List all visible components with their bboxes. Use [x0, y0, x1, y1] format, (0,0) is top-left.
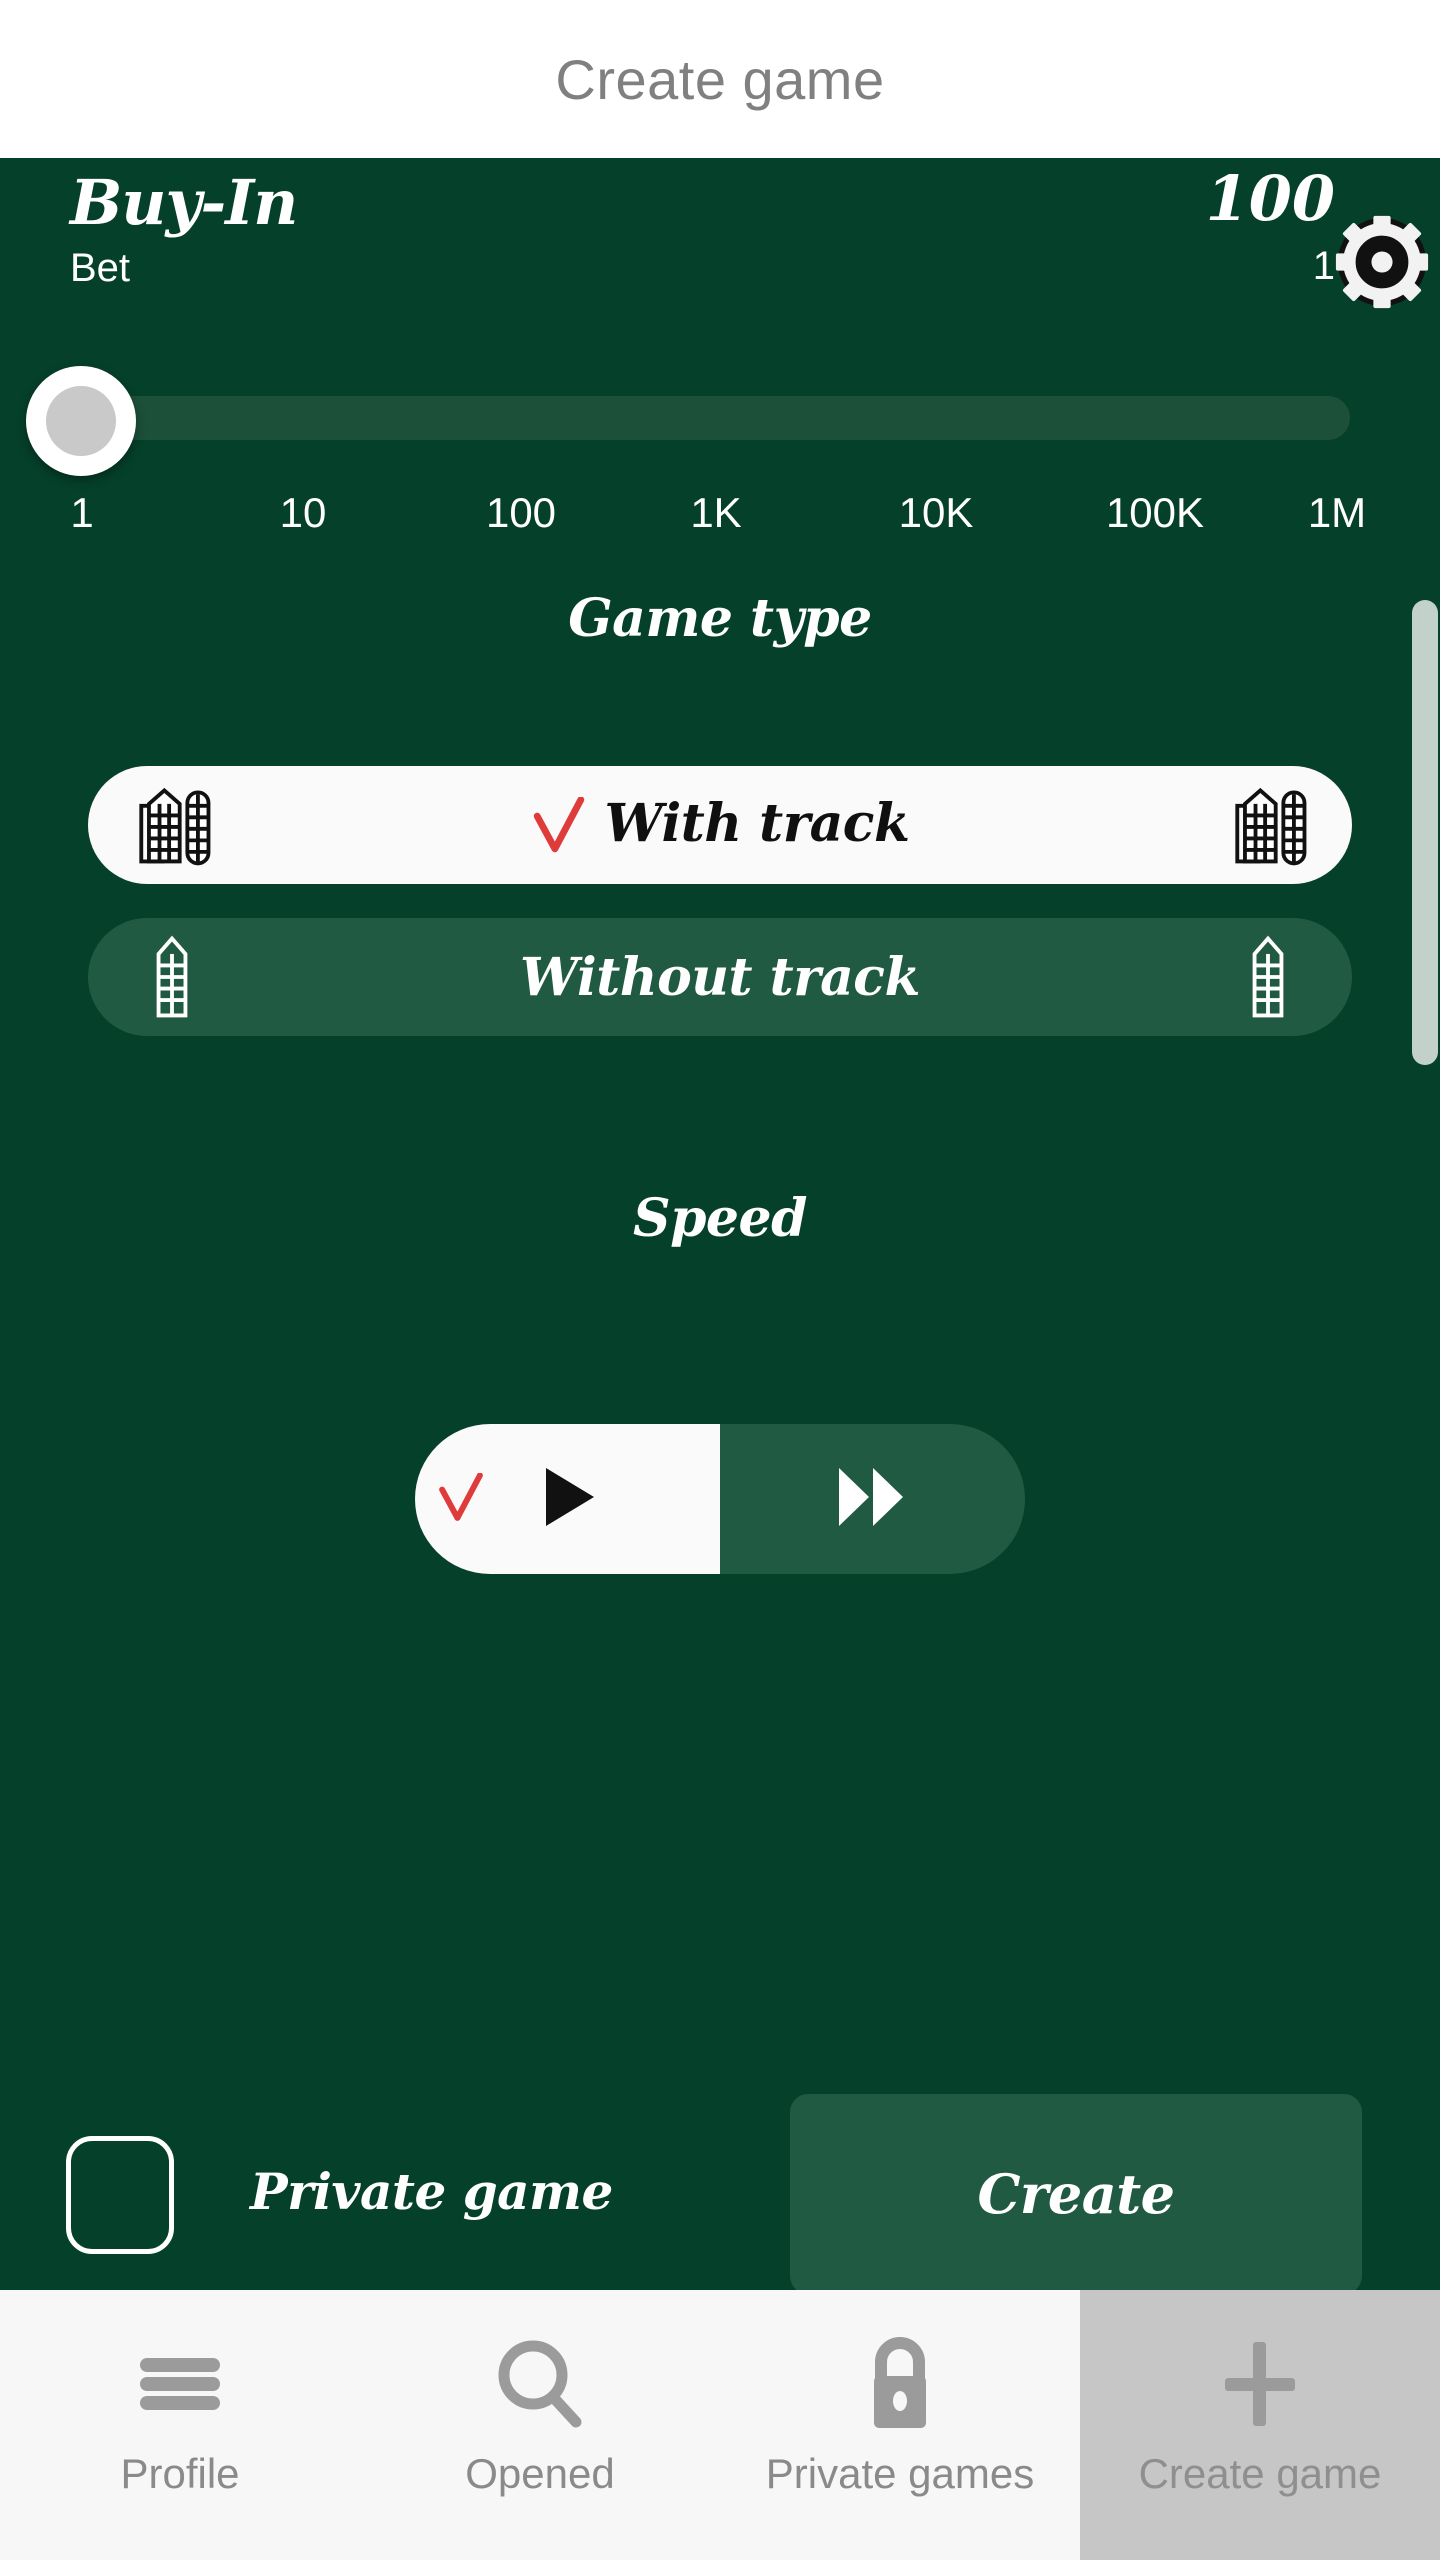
speed-option-normal[interactable]: [415, 1424, 720, 1574]
board-without-track-icon-right: [1220, 929, 1316, 1025]
nav-label-private-games: Private games: [765, 2450, 1035, 2497]
create-button[interactable]: Create: [790, 2094, 1362, 2290]
red-check-icon-speed: [437, 1472, 485, 1525]
nav-label-profile: Profile: [120, 2450, 240, 2497]
slider-tick-3: 1K: [690, 489, 742, 536]
buyin-title: Buy-In: [70, 166, 298, 239]
nav-item-create-game[interactable]: Create game: [1080, 2290, 1440, 2560]
red-check-icon: [531, 796, 587, 857]
buyin-right-group: 100 1: [1205, 162, 1335, 288]
nav-item-private-games[interactable]: Private games: [720, 2290, 1080, 2560]
play-icon: [538, 1464, 598, 1535]
buyin-chip-count: 1: [1312, 244, 1335, 288]
buyin-amount: 100: [1205, 162, 1335, 235]
game-type-option-with-track[interactable]: With track: [88, 766, 1352, 884]
slider-tick-labels: 1 10 100 1K 10K 100K 1M: [0, 489, 1440, 539]
game-type-text-with-track: With track: [604, 792, 910, 854]
slider-tick-6: 1M: [1307, 489, 1367, 536]
board-without-track-icon: [124, 929, 220, 1025]
slider-tick-4: 10K: [898, 489, 974, 536]
board-with-track-icon-right: [1220, 777, 1316, 873]
search-icon: [486, 2328, 594, 2440]
page-title: Create game: [555, 47, 885, 111]
game-type-label-with-track: With track: [531, 793, 910, 858]
vertical-scrollbar[interactable]: [1412, 600, 1438, 1065]
hamburger-menu-icon: [126, 2328, 234, 2440]
fast-forward-icon: [835, 1464, 911, 1535]
game-type-option-without-track[interactable]: Without track: [88, 918, 1352, 1036]
create-button-label: Create: [977, 2162, 1175, 2226]
speed-heading: Speed: [633, 1188, 807, 1249]
bottom-navigation: Profile Opened Private games Create game: [0, 2290, 1440, 2560]
board-with-track-icon: [124, 777, 220, 873]
slider-thumb[interactable]: [26, 366, 136, 476]
poker-chip-icon[interactable]: [1334, 214, 1430, 310]
slider-tick-1: 10: [279, 489, 327, 536]
buyin-slider[interactable]: 1 10 100 1K 10K 100K 1M: [0, 346, 1440, 536]
slider-tick-2: 100: [485, 489, 557, 536]
private-game-checkbox[interactable]: [66, 2136, 174, 2254]
buyin-left-group: Buy-In Bet: [70, 166, 298, 290]
lock-icon: [846, 2328, 954, 2440]
main-content: Buy-In Bet 100 1 1 10 100 1K 10K 100K 1M…: [0, 158, 1440, 2290]
private-game-label: Private game: [250, 2162, 613, 2221]
create-game-screen: Create game Buy-In Bet 100 1 1 10 100 1K…: [0, 0, 1440, 2560]
nav-item-opened[interactable]: Opened: [360, 2290, 720, 2560]
speed-toggle[interactable]: [415, 1424, 1025, 1574]
game-type-label-without-track: Without track: [520, 946, 920, 1008]
plus-icon: [1206, 2328, 1314, 2440]
slider-tick-5: 100K: [1105, 489, 1205, 536]
game-type-heading: Game type: [568, 588, 872, 649]
speed-option-fast[interactable]: [720, 1424, 1025, 1574]
slider-track[interactable]: [40, 396, 1350, 440]
title-bar: Create game: [0, 0, 1440, 158]
nav-label-opened: Opened: [465, 2450, 615, 2497]
nav-label-create-game: Create game: [1138, 2450, 1382, 2497]
buyin-section: Buy-In Bet 100 1: [0, 158, 1440, 348]
nav-item-profile[interactable]: Profile: [0, 2290, 360, 2560]
buyin-subtitle: Bet: [70, 246, 131, 290]
slider-tick-0: 1: [70, 489, 94, 536]
